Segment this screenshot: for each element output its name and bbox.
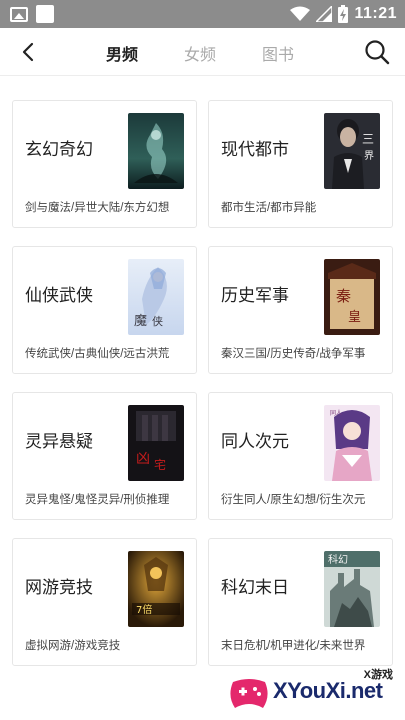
site-watermark: X游戏 XYouXi.net [227,666,399,716]
wifi-icon [290,6,311,21]
category-title: 玄幻奇幻 [25,140,93,159]
tab-books[interactable]: 图书 [262,41,294,65]
category-title: 网游竞技 [25,578,93,597]
svg-text:侠: 侠 [152,315,163,328]
status-left [10,5,54,23]
category-card-xianxia[interactable]: 仙侠武侠 传统武侠/古典仙侠/远古洪荒 魔 侠 [12,246,197,374]
app-notification-icon [36,5,54,23]
svg-text:魔: 魔 [134,314,147,329]
book-cover-image: 7倍 [128,551,184,627]
gallery-notification-icon [10,6,28,22]
svg-text:同人: 同人 [330,410,342,417]
category-subtitle: 秦汉三国/历史传奇/战争军事 [221,348,366,360]
cellular-signal-icon [316,6,333,22]
category-card-urban[interactable]: 现代都市 都市生活/都市异能 三 界 [208,100,393,228]
category-tabs: 男频 女频 图书 [0,28,405,76]
category-subtitle: 虚拟网游/游戏竞技 [25,640,121,652]
search-icon [365,40,390,65]
svg-text:界: 界 [364,150,374,162]
book-cover-image: 科幻 [324,551,380,627]
category-card-suspense[interactable]: 灵异悬疑 灵异鬼怪/鬼怪灵异/刑侦推理 凶 宅 [12,392,197,520]
book-cover-image [128,113,184,189]
search-button[interactable] [363,38,391,66]
category-title: 同人次元 [221,432,289,451]
category-subtitle: 剑与魔法/异世大陆/东方幻想 [25,202,170,214]
svg-text:凶: 凶 [136,451,150,467]
status-time: 11:21 [354,5,397,22]
category-subtitle: 灵异鬼怪/鬼怪灵异/刑侦推理 [25,494,170,506]
book-cover-image: 魔 侠 [128,259,184,335]
book-cover-image: 同人 [324,405,380,481]
category-subtitle: 末日危机/机甲进化/未来世界 [221,640,366,652]
category-card-fantasy[interactable]: 玄幻奇幻 剑与魔法/异世大陆/东方幻想 [12,100,197,228]
category-title: 现代都市 [221,140,289,159]
gamepad-logo-icon [230,679,268,708]
category-title: 科幻末日 [221,578,289,597]
category-title: 仙侠武侠 [25,286,93,305]
category-card-gaming[interactable]: 网游竞技 虚拟网游/游戏竞技 7倍 [12,538,197,666]
book-cover-image: 凶 宅 [128,405,184,481]
watermark-domain: XYouXi.net [273,678,383,703]
battery-charging-icon [338,5,349,23]
category-card-scifi[interactable]: 科幻末日 末日危机/机甲进化/未来世界 科幻 [208,538,393,666]
category-title: 灵异悬疑 [25,432,93,451]
category-subtitle: 衍生同人/原生幻想/衍生次元 [221,494,366,506]
status-right: 11:21 [290,5,397,23]
book-cover-image: 秦 皇 [324,259,380,335]
category-subtitle: 都市生活/都市异能 [221,202,317,214]
status-bar: 11:21 [0,0,405,28]
svg-text:7倍: 7倍 [136,603,152,616]
category-subtitle: 传统武侠/古典仙侠/远古洪荒 [25,348,170,360]
category-card-history[interactable]: 历史军事 秦汉三国/历史传奇/战争军事 秦 皇 [208,246,393,374]
svg-text:秦: 秦 [336,287,351,305]
category-title: 历史军事 [221,286,289,305]
tab-female[interactable]: 女频 [184,41,216,65]
svg-text:皇: 皇 [348,310,361,325]
category-card-fanfic[interactable]: 同人次元 衍生同人/原生幻想/衍生次元 同人 [208,392,393,520]
svg-text:科幻: 科幻 [328,553,348,566]
tab-male[interactable]: 男频 [106,41,138,65]
book-cover-image: 三 界 [324,113,380,189]
svg-text:宅: 宅 [154,457,166,472]
svg-text:三: 三 [362,132,374,146]
nav-bar: 男频 女频 图书 [0,28,405,76]
